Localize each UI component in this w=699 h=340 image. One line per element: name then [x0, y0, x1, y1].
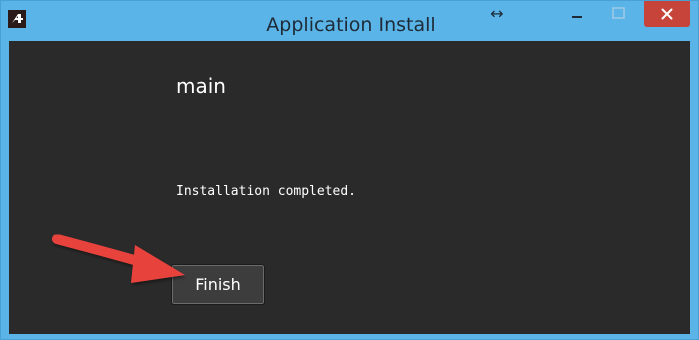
finish-button[interactable]: Finish — [171, 264, 265, 305]
content-area: main Installation completed. Finish — [9, 41, 690, 334]
maximize-icon — [611, 7, 625, 19]
application-install-window: Application Install ↔ main Installation … — [0, 0, 699, 340]
title-bar[interactable]: Application Install ↔ — [1, 1, 698, 41]
close-icon — [661, 8, 673, 20]
minimize-button[interactable] — [564, 1, 590, 25]
minimize-icon — [572, 16, 582, 18]
resize-horizontal-icon: ↔ — [490, 4, 504, 23]
app-logo-icon[interactable] — [8, 10, 26, 28]
window-title: Application Install — [266, 14, 436, 36]
maximize-button[interactable] — [603, 1, 633, 25]
status-message: Installation completed. — [176, 184, 357, 199]
close-button[interactable] — [644, 1, 690, 27]
page-heading: main — [176, 74, 226, 98]
